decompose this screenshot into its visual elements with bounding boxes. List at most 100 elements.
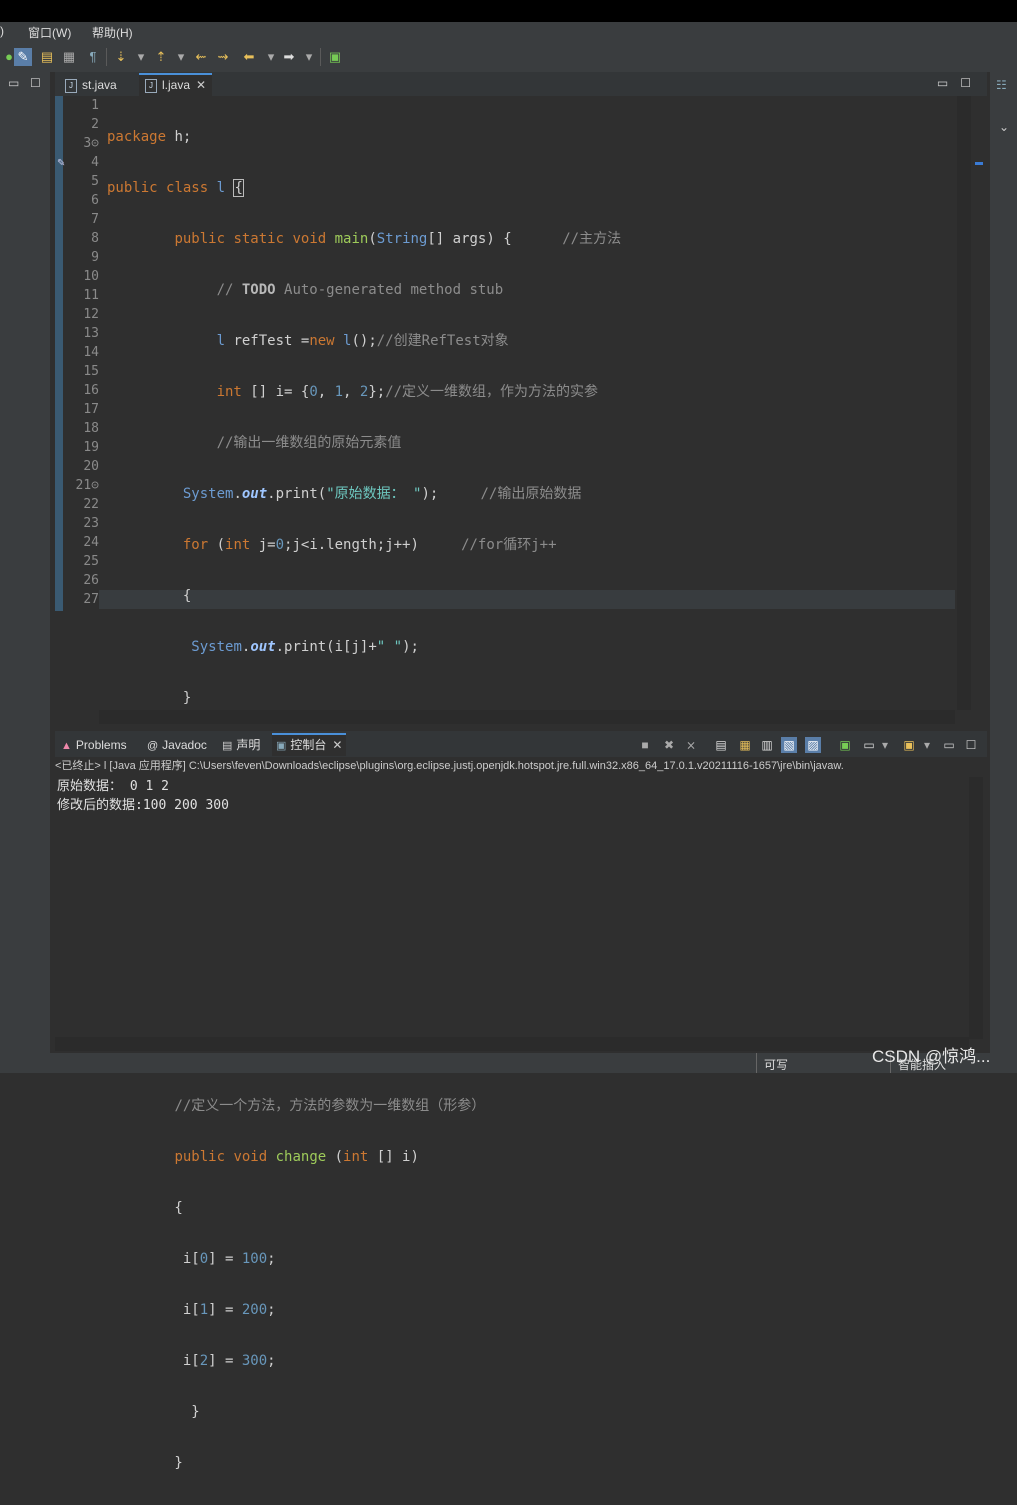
remove-launch-icon[interactable]: ✖ <box>661 737 677 753</box>
line-number: 19 <box>83 440 99 455</box>
line-number: 11 <box>83 288 99 303</box>
status-writable: 可写 <box>764 1058 789 1072</box>
java-file-icon: J <box>65 78 77 93</box>
show-on-stdout-icon[interactable]: ▧ <box>781 737 797 753</box>
code-line: { <box>107 588 192 604</box>
maximize-icon[interactable]: ☐ <box>963 737 979 753</box>
open-console-icon[interactable]: ▣ <box>901 737 917 753</box>
back-nav-icon[interactable]: ⇜ <box>192 48 210 66</box>
console-icon: ▣ <box>276 740 287 752</box>
code-line: i[1] = 200; <box>107 1302 276 1318</box>
tab-label: Javadoc <box>162 738 207 752</box>
tab-label: st.java <box>82 78 117 92</box>
menu-item-help[interactable]: 帮助(H) <box>92 24 133 41</box>
line-number: 1 <box>91 98 99 113</box>
close-icon[interactable]: ✕ <box>332 738 342 752</box>
toolbar-separator <box>320 48 321 66</box>
console-vertical-scrollbar[interactable] <box>969 777 983 1039</box>
javadoc-icon: @ <box>147 740 159 752</box>
line-number: 6 <box>91 193 99 208</box>
line-number: 26 <box>83 573 99 588</box>
code-line: System.out.print("原始数据： "); //输出原始数据 <box>182 486 582 502</box>
line-number: 14 <box>83 345 99 360</box>
outline-icon[interactable]: ☷ <box>996 78 1007 92</box>
line-number: 8 <box>91 231 99 246</box>
arrow-right-icon[interactable]: ➡ <box>280 48 298 66</box>
code-line: i[0] = 100; <box>107 1251 276 1267</box>
show-on-stderr-icon[interactable]: ▨ <box>805 737 821 753</box>
forward-nav-icon[interactable]: ⇝ <box>214 48 232 66</box>
line-number: 22 <box>83 497 99 512</box>
minimize-icon[interactable]: ▭ <box>8 76 19 90</box>
grid-icon[interactable]: ▦ <box>60 48 78 66</box>
chevron-down-icon[interactable]: ▾ <box>172 48 190 66</box>
console-view: ▲ Problems @ Javadoc ▤ 声明 ▣ 控制台 ✕ ■ ✖ ⨯ ▤ ▦ ▥… <box>55 731 987 1053</box>
line-number: 13 <box>83 326 99 341</box>
close-icon[interactable]: ✕ <box>196 78 206 92</box>
arrow-left-icon[interactable]: ⬅ <box>240 48 258 66</box>
code-line: System.out.print(i[j]+" "); <box>191 639 419 655</box>
edit-icon[interactable]: ▤ <box>38 48 56 66</box>
overview-ruler-marker[interactable] <box>975 162 983 165</box>
pilcrow-icon[interactable]: ¶ <box>84 48 102 66</box>
maximize-icon[interactable]: ☐ <box>960 76 971 90</box>
chevron-down-icon[interactable]: ▾ <box>919 737 935 753</box>
menu-item-window[interactable]: 窗口(W) <box>28 24 71 41</box>
tab-label: 控制台 <box>290 738 327 752</box>
editor-window-buttons: ▭ ☐ <box>925 76 971 90</box>
console-horizontal-scrollbar[interactable] <box>55 1037 969 1051</box>
word-wrap-icon[interactable]: ▥ <box>759 737 775 753</box>
minimize-icon[interactable]: ▭ <box>941 737 957 753</box>
down-arrow-icon[interactable]: ⇣ <box>112 48 130 66</box>
watermark: CSDN @惊鸿... <box>872 1047 991 1066</box>
clear-console-icon[interactable]: ▤ <box>713 737 729 753</box>
display-console-icon[interactable]: ▭ <box>861 737 877 753</box>
tab-problems[interactable]: ▲ Problems <box>57 735 131 756</box>
line-number: 16 <box>83 383 99 398</box>
terminate-icon[interactable]: ■ <box>637 737 653 753</box>
chevron-down-icon[interactable]: ▾ <box>877 737 893 753</box>
tab-label: 声明 <box>236 738 261 752</box>
search-icon[interactable]: ⇡ <box>152 48 170 66</box>
tab-label: Problems <box>75 738 127 752</box>
chevron-down-icon[interactable]: ▾ <box>262 48 280 66</box>
declaration-icon: ▤ <box>222 740 233 752</box>
new-window-icon[interactable]: ▣ <box>326 48 344 66</box>
line-number: 20 <box>83 459 99 474</box>
chevron-down-icon[interactable]: ▾ <box>132 48 150 66</box>
code-line: } <box>107 1404 200 1420</box>
title-bar <box>0 0 1017 22</box>
chevron-down-icon[interactable]: ▾ <box>300 48 318 66</box>
line-numbers: 1 2 3⊝ 4 5 6 7 8 9 10 11 12 13 14 15 16 17 18 19 20 21⊝ 22 23 2… <box>63 96 99 609</box>
line-number: 18 <box>83 421 99 436</box>
pencil-icon[interactable]: ✎ <box>14 48 32 66</box>
chevron-down-icon[interactable]: ⌄ <box>999 120 1009 134</box>
code-line: //输出一维数组的原始元素值 <box>216 435 402 451</box>
editor-vertical-scrollbar[interactable] <box>957 96 971 710</box>
editor-horizontal-scrollbar[interactable] <box>99 710 955 724</box>
tab-declaration[interactable]: ▤ 声明 <box>218 735 264 756</box>
maximize-icon[interactable]: ☐ <box>30 76 41 90</box>
line-number: 15 <box>83 364 99 379</box>
tab-l-java[interactable]: Jl.java ✕ <box>139 73 213 96</box>
line-number: 10 <box>83 269 99 284</box>
tab-st-java[interactable]: Jst.java <box>59 75 123 96</box>
tab-javadoc[interactable]: @ Javadoc <box>143 735 211 756</box>
line-number: 9 <box>91 250 99 265</box>
code-line: public static void main(String[] args) {… <box>174 231 622 247</box>
code-line: // TODO Auto-generated method stub <box>216 282 504 298</box>
code-line: l refTest =new l();//创建RefTest对象 <box>216 333 509 349</box>
remove-all-icon[interactable]: ⨯ <box>683 737 699 753</box>
code-line: } <box>107 690 192 706</box>
line-number: 25 <box>83 554 99 569</box>
code-line: public class l { <box>107 179 244 197</box>
scroll-lock-icon[interactable]: ▦ <box>737 737 753 753</box>
tab-console[interactable]: ▣ 控制台 ✕ <box>272 733 347 756</box>
code-line: for (int j=0;j<i.length;j++) //for循环j++ <box>182 537 557 553</box>
console-output[interactable]: 原始数据： 0 1 2 修改后的数据:100 200 300 <box>57 777 229 815</box>
status-bar: 可写 智能插入 <box>0 1053 1017 1073</box>
menu-item-partial[interactable]: ) <box>0 24 4 38</box>
editor-tab-bar: Jst.java Jl.java ✕ ▭ ☐ <box>55 72 987 96</box>
pin-console-icon[interactable]: ▣ <box>837 737 853 753</box>
minimize-icon[interactable]: ▭ <box>937 76 948 90</box>
